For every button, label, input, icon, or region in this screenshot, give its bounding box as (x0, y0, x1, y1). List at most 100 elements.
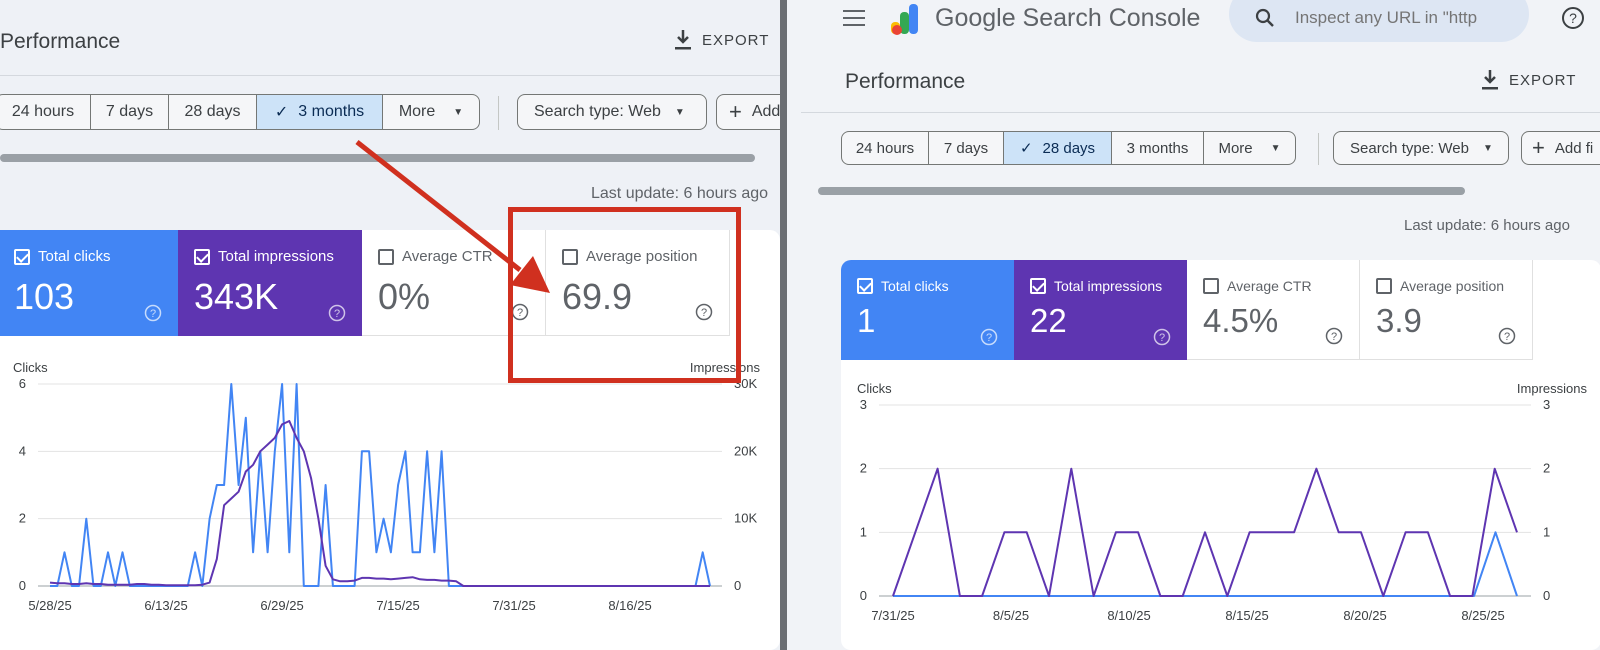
x-tick-label: 8/16/25 (608, 598, 651, 613)
help-icon[interactable]: ? (328, 304, 346, 322)
y-left-tick-label: 3 (860, 397, 867, 412)
date-option-7-days[interactable]: 7 days (91, 95, 169, 129)
date-option-7-days[interactable]: 7 days (929, 132, 1004, 164)
help-icon[interactable]: ? (144, 304, 162, 322)
checkbox-checked[interactable] (14, 248, 30, 265)
toolbar-separator (498, 96, 499, 130)
highlight-box (508, 207, 741, 383)
date-option-24-hours[interactable]: 24 hours (842, 132, 929, 164)
metric-total-impressions[interactable]: Total impressions 343K ? (178, 230, 362, 336)
help-icon[interactable]: ? (1498, 327, 1516, 345)
checkbox-checked[interactable] (857, 278, 873, 294)
caret-down-icon: ▼ (674, 106, 685, 118)
metric-total-impressions[interactable]: Total impressions 22 ? (1014, 260, 1187, 360)
screenshot-divider (780, 0, 787, 650)
y-left-tick-label: 1 (860, 524, 867, 539)
y-left-tick-label: 0 (19, 578, 26, 593)
y-right-tick-label: 10K (734, 511, 757, 526)
horizontal-scrollbar[interactable] (0, 154, 755, 162)
metric-label: Average position (1400, 278, 1505, 294)
horizontal-scrollbar[interactable] (818, 187, 1465, 195)
date-range-selector[interactable]: 24 hours 7 days 28 days ✓ 3 months More ▼ (0, 94, 480, 130)
date-range-selector[interactable]: 24 hours 7 days ✓ 28 days 3 months More ▼ (841, 131, 1296, 165)
metric-value: 0% (378, 276, 431, 317)
metric-label: Total clicks (881, 278, 949, 294)
add-filter-button[interactable]: + Add fi (1521, 131, 1600, 165)
date-option-3-months[interactable]: ✓ 3 months (257, 95, 383, 129)
x-tick-label: 7/31/25 (492, 598, 535, 613)
metric-average-ctr[interactable]: Average CTR 4.5% ? (1187, 260, 1360, 360)
x-tick-label: 5/28/25 (28, 598, 71, 613)
checkbox-checked[interactable] (194, 248, 210, 265)
export-button[interactable]: EXPORT (1481, 70, 1576, 90)
search-icon (1255, 8, 1274, 27)
help-icon[interactable]: ? (1325, 327, 1343, 345)
brand-title: Google Search Console (935, 4, 1201, 32)
menu-icon[interactable] (843, 10, 865, 26)
toolbar-separator (1318, 133, 1319, 165)
metric-value: 3.9 (1376, 302, 1422, 339)
caret-down-icon: ▼ (453, 106, 464, 118)
y-left-tick-label: 2 (860, 461, 867, 476)
add-filter-label: Add fi (1554, 139, 1594, 157)
metric-total-clicks[interactable]: Total clicks 103 ? (0, 230, 178, 336)
metric-value: 22 (1030, 302, 1067, 339)
x-tick-label: 6/29/25 (260, 598, 303, 613)
metric-label: Total impressions (1054, 278, 1163, 294)
date-option-28-days[interactable]: ✓ 28 days (1004, 132, 1112, 164)
help-icon[interactable]: ? (1153, 328, 1171, 346)
divider-line (0, 75, 780, 76)
y-right-tick-label: 2 (1543, 461, 1550, 476)
y-right-tick-label: 1 (1543, 524, 1550, 539)
more-dropdown[interactable]: More ▼ (1204, 132, 1295, 164)
x-tick-label: 8/10/25 (1107, 608, 1150, 623)
svg-text:?: ? (334, 308, 340, 320)
top-app-bar: Google Search Console ? (787, 0, 1600, 44)
y-right-axis-title: Impressions (1517, 382, 1588, 396)
checkbox-unchecked[interactable] (1203, 278, 1219, 294)
search-type-label: Search type: Web (1350, 139, 1469, 157)
more-label: More (398, 103, 436, 120)
export-label: EXPORT (702, 31, 770, 49)
date-option-28-days[interactable]: 28 days (169, 95, 257, 129)
metric-value: 1 (857, 302, 876, 339)
export-button[interactable]: EXPORT (674, 30, 769, 50)
x-tick-label: 8/15/25 (1225, 608, 1268, 623)
date-option-24-hours[interactable]: 24 hours (0, 95, 91, 129)
svg-text:?: ? (1569, 10, 1577, 26)
help-icon[interactable]: ? (1561, 6, 1585, 30)
caret-down-icon: ▼ (1482, 142, 1493, 154)
more-dropdown[interactable]: More ▼ (383, 95, 479, 129)
metric-value: 103 (14, 276, 75, 317)
add-filter-label: Add (751, 103, 780, 120)
checkbox-checked[interactable] (1030, 278, 1046, 294)
x-tick-label: 8/25/25 (1461, 608, 1504, 623)
checkbox-unchecked[interactable] (378, 248, 394, 265)
x-tick-label: 6/13/25 (144, 598, 187, 613)
date-option-3-months[interactable]: 3 months (1112, 132, 1204, 164)
url-inspection-search[interactable] (1229, 0, 1529, 42)
metric-label: Average CTR (402, 248, 493, 265)
divider-line (801, 112, 1600, 113)
y-right-tick-label: 0 (734, 578, 741, 593)
y-right-tick-label: 20K (734, 443, 757, 458)
svg-text:?: ? (1504, 331, 1510, 343)
checkbox-unchecked[interactable] (1376, 278, 1392, 294)
svg-text:?: ? (986, 332, 992, 344)
search-type-dropdown[interactable]: Search type: Web ▼ (1333, 131, 1509, 165)
search-input[interactable] (1295, 8, 1485, 28)
metric-label: Total clicks (38, 248, 111, 265)
metric-average-position[interactable]: Average position 3.9 ? (1360, 260, 1533, 360)
download-icon (675, 30, 691, 50)
metric-label: Total impressions (218, 248, 334, 265)
x-tick-label: 8/5/25 (993, 608, 1029, 623)
more-label: More (1218, 139, 1253, 157)
plus-icon: + (729, 99, 742, 124)
performance-chart: Clicks Impressions0 02 10K4 20K6 30K5/28/25 6/… (13, 360, 761, 613)
search-type-dropdown[interactable]: Search type: Web ▼ (517, 94, 707, 130)
metric-total-clicks[interactable]: Total clicks 1 ? (841, 260, 1014, 360)
help-icon[interactable]: ? (980, 328, 998, 346)
series-line-total-impressions (49, 420, 710, 587)
add-filter-button[interactable]: + Add (716, 94, 780, 130)
y-left-tick-label: 2 (19, 511, 26, 526)
